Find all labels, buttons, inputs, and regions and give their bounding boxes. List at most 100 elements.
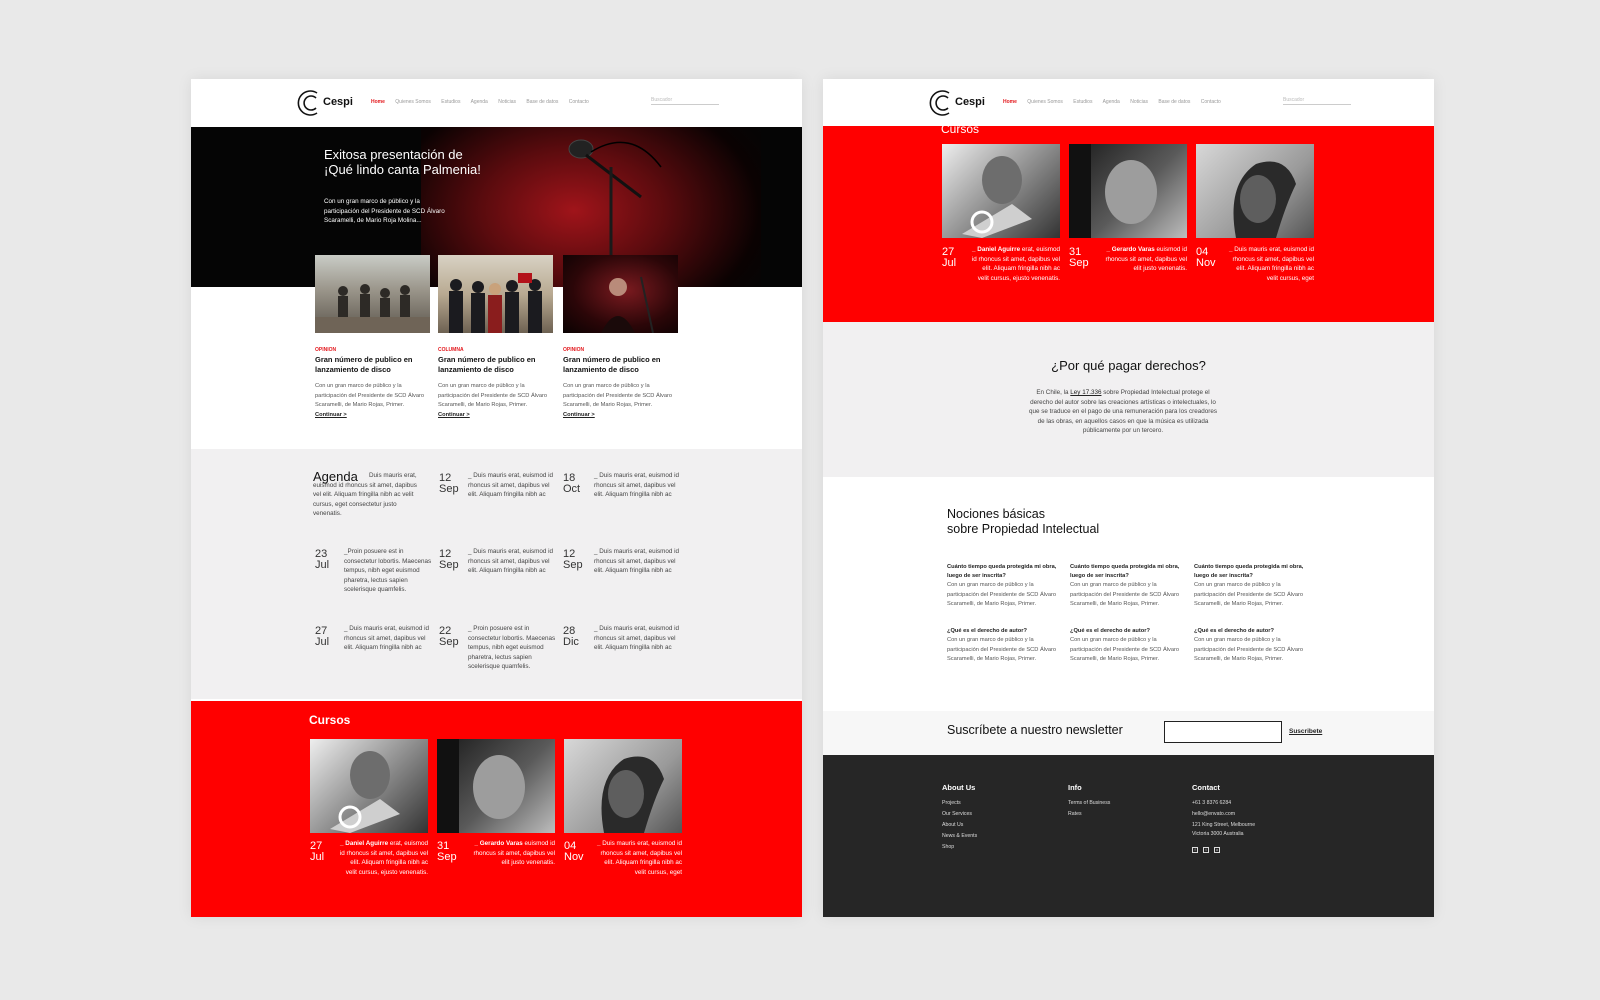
event-date: 27 Jul xyxy=(315,625,330,648)
faq-question[interactable]: Cuánto tiempo queda protegida mi obra, l… xyxy=(947,563,1065,581)
faq-question[interactable]: ¿Qué es el derecho de autor? xyxy=(947,627,1065,636)
curso-text[interactable]: _ Gerardo Varas euismod id rhoncus sit a… xyxy=(465,839,555,868)
curso-text[interactable]: _ Duis mauris erat, euismod id rhoncus s… xyxy=(592,839,682,877)
nav-agenda[interactable]: Agenda xyxy=(1103,99,1120,105)
footer-info-title: Info xyxy=(1068,783,1082,792)
curso-date: 27 Jul xyxy=(310,840,325,863)
event-text[interactable]: _Proin posuere est in consectetur lobort… xyxy=(344,547,432,595)
hero-text: Con un gran marco de público y la partic… xyxy=(324,198,445,224)
card-title[interactable]: Gran número de publico en lanzamiento de… xyxy=(563,355,678,374)
nav-estudios[interactable]: Estudios xyxy=(1073,99,1092,105)
event-text[interactable]: _ Duis mauris erat, euismod id rhoncus s… xyxy=(594,624,682,653)
continuar-link[interactable]: Continuar > xyxy=(438,412,470,418)
faq-answer: Con un gran marco de público y la partic… xyxy=(947,637,1057,662)
cursos-title: Cursos xyxy=(941,122,980,136)
main-nav: Home Quienes Somos Estudios Agenda Notic… xyxy=(371,99,598,105)
card-title[interactable]: Gran número de publico en lanzamiento de… xyxy=(315,355,430,374)
event-date: 23 Jul xyxy=(315,548,330,571)
newsletter-email-input[interactable] xyxy=(1164,721,1282,743)
continuar-link[interactable]: Continuar > xyxy=(563,412,595,418)
card-photo-group[interactable] xyxy=(438,255,553,333)
curso-text[interactable]: _ Duis mauris erat, euismod id rhoncus s… xyxy=(1224,245,1314,283)
event-text[interactable]: _ Proin posuere est in consectetur lobor… xyxy=(468,624,556,672)
faq-answer: Con un gran marco de público y la partic… xyxy=(947,582,1057,607)
card-category: OPINION xyxy=(563,347,585,353)
faq-question[interactable]: Cuánto tiempo queda protegida mi obra, l… xyxy=(1070,563,1188,581)
search-input[interactable]: Buscador xyxy=(651,97,719,105)
search-input[interactable]: Buscador xyxy=(1283,97,1351,105)
curso-photo-trumpet[interactable] xyxy=(310,739,428,833)
nav-base-de-datos[interactable]: Base de datos xyxy=(526,99,558,105)
brand-name[interactable]: Cespi xyxy=(955,96,985,108)
site-footer: About Us Projects Our Services About Us … xyxy=(823,755,1434,917)
curso-date: 04 Nov xyxy=(1196,246,1216,269)
subscribe-button[interactable]: Suscribete xyxy=(1289,728,1322,735)
footer-link-projects[interactable]: Projects xyxy=(942,800,961,806)
event-date: 12 Sep xyxy=(439,472,459,495)
curso-photo-portrait[interactable] xyxy=(437,739,555,833)
nav-agenda[interactable]: Agenda xyxy=(471,99,488,105)
nav-home[interactable]: Home xyxy=(371,99,385,105)
facebook-icon[interactable]: f xyxy=(1192,847,1198,853)
faq-question[interactable]: ¿Qué es el derecho de autor? xyxy=(1194,627,1312,636)
hero-title[interactable]: Exitosa presentación de ¡Qué lindo canta… xyxy=(324,147,484,177)
nav-quienes-somos[interactable]: Quienes Somos xyxy=(1027,99,1063,105)
card-photo-band[interactable] xyxy=(315,255,430,333)
nav-home[interactable]: Home xyxy=(1003,99,1017,105)
footer-link-shop[interactable]: Shop xyxy=(942,844,954,850)
contact-phone: +61 3 8376 6284 xyxy=(1192,800,1232,806)
cursos-title: Cursos xyxy=(309,713,351,727)
curso-photo-trumpet[interactable] xyxy=(942,144,1060,238)
twitter-icon[interactable]: t xyxy=(1203,847,1209,853)
curso-text[interactable]: _ Gerardo Varas euismod id rhoncus sit a… xyxy=(1097,245,1187,274)
why-pay-section: ¿Por qué pagar derechos? En Chile, la Le… xyxy=(823,322,1434,477)
nav-quienes-somos[interactable]: Quienes Somos xyxy=(395,99,431,105)
footer-link-rates[interactable]: Rates xyxy=(1068,811,1082,817)
card-category: OPINION xyxy=(315,347,337,353)
event-text[interactable]: _ Duis mauris erat, euismod id rhoncus s… xyxy=(344,624,432,653)
nociones-title: Nociones básicas sobre Propiedad Intelect… xyxy=(947,507,1100,536)
cespi-logo-icon[interactable] xyxy=(295,88,325,118)
faq-question[interactable]: Cuánto tiempo queda protegida mi obra, l… xyxy=(1194,563,1312,581)
event-text[interactable]: _ Duis mauris erat, euismod id rhoncus s… xyxy=(594,547,682,576)
footer-link-news[interactable]: News & Events xyxy=(942,833,977,839)
contact-email[interactable]: hello@envato.com xyxy=(1192,811,1235,817)
card-photo-singer[interactable] xyxy=(563,255,678,333)
law-link[interactable]: Ley 17.336 xyxy=(1070,389,1101,396)
card-text: Con un gran marco de público y la partic… xyxy=(438,383,548,418)
why-pay-text: En Chile, la Ley 17.336 sobre Propiedad … xyxy=(1029,389,1217,434)
cespi-logo-icon[interactable] xyxy=(927,88,957,118)
nav-noticias[interactable]: Noticias xyxy=(498,99,516,105)
why-pay-title: ¿Por qué pagar derechos? xyxy=(1051,358,1206,373)
nav-noticias[interactable]: Noticias xyxy=(1130,99,1148,105)
card-text: Con un gran marco de público y la partic… xyxy=(315,383,425,418)
curso-photo-profile[interactable] xyxy=(564,739,682,833)
brand-name[interactable]: Cespi xyxy=(323,96,353,108)
cursos-section: Cursos 27 Jul _ Daniel Aguirre erat, euis… xyxy=(191,701,802,917)
event-text[interactable]: _ Duis mauris erat, euismod id rhoncus s… xyxy=(594,471,682,500)
continuar-link[interactable]: Continuar > xyxy=(315,412,347,418)
curso-text[interactable]: _ Daniel Aguirre erat, euismod id rhoncu… xyxy=(338,839,428,877)
event-date: 18 Oct xyxy=(563,472,581,495)
nav-base-de-datos[interactable]: Base de datos xyxy=(1158,99,1190,105)
card-title[interactable]: Gran número de publico en lanzamiento de… xyxy=(438,355,553,374)
newsletter-label: Suscríbete a nuestro newsletter xyxy=(947,723,1123,737)
nav-contacto[interactable]: Contacto xyxy=(1201,99,1221,105)
instagram-icon[interactable]: o xyxy=(1214,847,1220,853)
event-text[interactable]: _ Duis mauris erat, euismod id rhoncus s… xyxy=(468,471,556,500)
faq-question[interactable]: ¿Qué es el derecho de autor? xyxy=(1070,627,1188,636)
curso-text[interactable]: _ Daniel Aguirre erat, euismod id rhoncu… xyxy=(970,245,1060,283)
faq-answer: Con un gran marco de público y la partic… xyxy=(1070,637,1180,662)
curso-photo-profile[interactable] xyxy=(1196,144,1314,238)
curso-photo-portrait[interactable] xyxy=(1069,144,1187,238)
home-page-mockup: Cespi Home Quienes Somos Estudios Agenda… xyxy=(191,79,802,917)
footer-link-about[interactable]: About Us xyxy=(942,822,963,828)
nav-estudios[interactable]: Estudios xyxy=(441,99,460,105)
footer-about-title: About Us xyxy=(942,783,976,792)
nav-contacto[interactable]: Contacto xyxy=(569,99,589,105)
event-date: 22 Sep xyxy=(439,625,459,648)
footer-link-terms[interactable]: Terms of Business xyxy=(1068,800,1110,806)
event-text[interactable]: _ Duis mauris erat, euismod id rhoncus s… xyxy=(468,547,556,576)
footer-link-services[interactable]: Our Services xyxy=(942,811,972,817)
event-date: 12 Sep xyxy=(439,548,459,571)
